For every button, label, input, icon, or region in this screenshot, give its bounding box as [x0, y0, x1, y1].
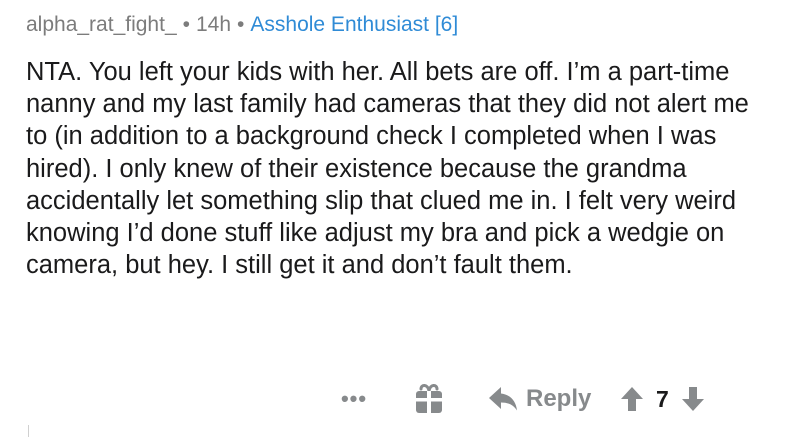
comment: alpha_rat_fight_ • 14h • Asshole Enthusiast …: [0, 0, 800, 437]
downvote-arrow-icon[interactable]: [681, 385, 705, 413]
comment-actions: ••• Reply 7: [0, 382, 800, 416]
thread-line: [28, 425, 29, 437]
reply-label: Reply: [526, 385, 592, 412]
give-award-button[interactable]: [412, 383, 446, 415]
comment-body: NTA. You left your kids with her. All be…: [26, 58, 749, 280]
reply-button[interactable]: Reply: [488, 382, 591, 416]
timestamp[interactable]: 14h: [196, 13, 231, 36]
author-name[interactable]: alpha_rat_fight_: [26, 13, 177, 36]
vote-score: 7: [656, 385, 669, 412]
user-flair: Asshole Enthusiast [6]: [250, 13, 459, 36]
more-options-icon: •••: [340, 386, 368, 411]
meta-separator: •: [237, 13, 245, 36]
meta-separator: •: [182, 13, 190, 36]
comment-meta: alpha_rat_fight_ • 14h • Asshole Enthusiast …: [26, 12, 458, 38]
upvote-arrow-icon[interactable]: [620, 385, 644, 413]
gift-icon: [416, 384, 442, 413]
vote-controls: 7: [620, 382, 705, 416]
reply-arrow-icon: [489, 387, 517, 411]
more-options-button[interactable]: •••: [336, 382, 372, 416]
